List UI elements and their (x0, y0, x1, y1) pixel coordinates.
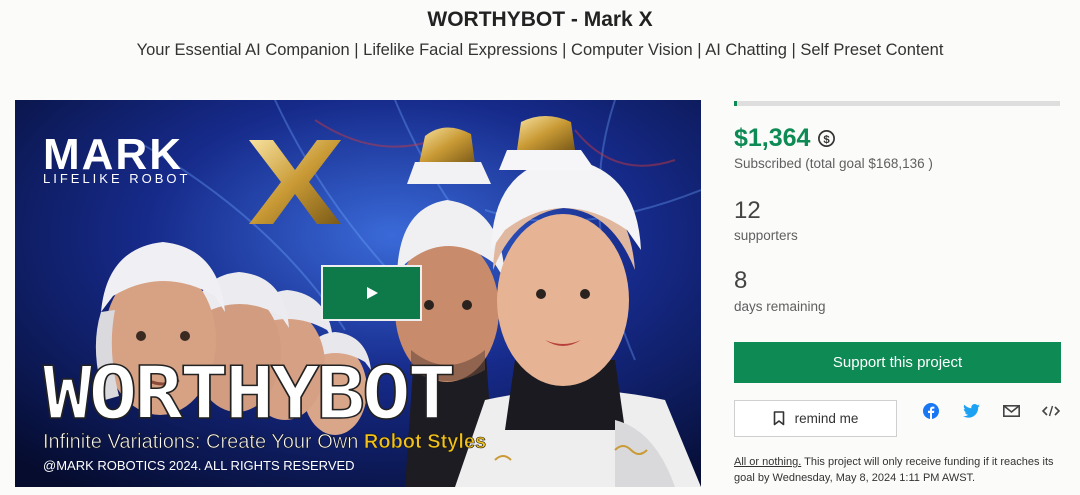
email-icon (1002, 405, 1020, 417)
twitter-icon (962, 404, 980, 418)
bookmark-icon (773, 411, 784, 426)
supporters-label: supporters (734, 228, 798, 243)
currency-convert-icon[interactable]: $ (817, 129, 836, 148)
remind-me-label: remind me (794, 411, 859, 426)
play-icon (366, 287, 378, 299)
video-caption: Infinite Variations: Create Your Own Rob… (43, 431, 486, 453)
funding-footnote: All or nothing. This project will only r… (734, 454, 1054, 486)
svg-text:$: $ (824, 134, 831, 146)
share-twitter[interactable] (962, 403, 980, 419)
video-copyright: @MARK ROBOTICS 2024. ALL RIGHTS RESERVED (43, 458, 355, 473)
funding-progress-bar (734, 101, 1060, 106)
embed-icon (1042, 405, 1060, 417)
facebook-icon (923, 403, 939, 419)
video-headline: WORTHYBOT (43, 351, 454, 435)
play-button[interactable] (321, 265, 422, 321)
video-brand-sub: LIFELIKE ROBOT (43, 171, 190, 186)
funding-progress-fill (734, 101, 738, 106)
all-or-nothing-link[interactable]: All or nothing. (734, 456, 801, 468)
pledged-amount-row: $1,364 $ (734, 124, 836, 153)
pledged-amount: $1,364 (734, 124, 811, 152)
project-title: WORTHYBOT - Mark X (427, 8, 653, 31)
support-project-button[interactable]: Support this project (734, 342, 1061, 383)
share-email[interactable] (1002, 403, 1020, 419)
days-remaining-count: 8 (734, 267, 748, 294)
days-remaining-label: days remaining (734, 299, 826, 314)
supporters-count: 12 (734, 197, 761, 224)
share-embed[interactable] (1042, 403, 1060, 419)
remind-me-button[interactable]: remind me (734, 400, 897, 437)
project-tagline: Your Essential AI Companion | Lifelike F… (136, 41, 944, 59)
project-video[interactable]: MARK LIFELIKE ROBOT WORTHYBOT Infinite V… (15, 100, 701, 487)
share-facebook[interactable] (922, 403, 940, 419)
pledged-label: Subscribed (total goal $168,136 ) (734, 156, 933, 171)
